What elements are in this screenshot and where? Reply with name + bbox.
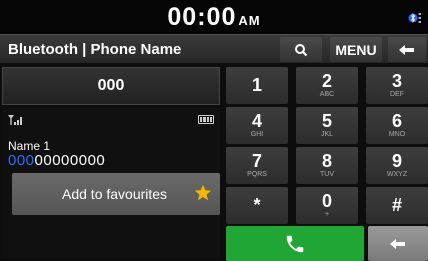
key-letters: WXYZ xyxy=(386,170,408,178)
key-digit: 2 xyxy=(321,70,332,91)
key-6[interactable]: 6 MNO xyxy=(366,107,428,144)
dialed-number-display: 000 xyxy=(2,67,220,105)
add-to-favourites-label: Add to favourites xyxy=(62,186,168,202)
clock-time: 00:00 xyxy=(167,3,237,31)
search-button[interactable] xyxy=(280,37,322,62)
back-button[interactable] xyxy=(388,37,426,62)
key-digit: 6 xyxy=(391,110,402,131)
key-digit: 1 xyxy=(251,74,262,95)
search-icon xyxy=(295,43,308,56)
contact-name: Name 1 xyxy=(8,139,51,153)
key-letters: PQRS xyxy=(247,170,267,178)
phone-icon xyxy=(286,235,304,252)
key-digit: 5 xyxy=(321,110,332,131)
key-digit: 0 xyxy=(321,190,332,211)
signal-icon xyxy=(8,115,22,125)
key-7[interactable]: 7 PQRS xyxy=(226,147,288,184)
contact-number-rest: 00000000 xyxy=(34,152,106,169)
key-letters: MNO xyxy=(388,130,406,138)
clock-ampm: AM xyxy=(238,13,261,28)
key-digit: 9 xyxy=(391,150,402,171)
key-8[interactable]: 8 TUV xyxy=(296,147,358,184)
key-digit: # xyxy=(391,194,402,215)
clock: 00:00 AM xyxy=(0,3,428,32)
key-letters: DEF xyxy=(390,90,404,98)
backspace-icon xyxy=(390,238,405,249)
key-digit: * xyxy=(253,194,261,215)
key-9[interactable]: 9 WXYZ xyxy=(366,147,428,184)
battery-icon xyxy=(198,115,214,124)
key-letters: TUV xyxy=(320,170,334,178)
key-4[interactable]: 4 GHI xyxy=(226,107,288,144)
page-title: Bluetooth | Phone Name xyxy=(8,41,182,58)
title-bar: Bluetooth | Phone Name MENU xyxy=(0,34,428,63)
key-letters: + xyxy=(324,210,330,218)
contact-number: 00000000000 xyxy=(8,152,105,169)
key-1[interactable]: 1 xyxy=(226,67,288,104)
key-hash[interactable]: # xyxy=(366,187,428,224)
backspace-button[interactable] xyxy=(368,226,428,261)
add-to-favourites-button[interactable]: Add to favourites xyxy=(12,173,220,215)
key-3[interactable]: 3 DEF xyxy=(366,67,428,104)
call-button[interactable] xyxy=(226,226,364,261)
dial-keypad: 1 2 ABC 3 DEF 4 GHI 5 JKL 6 MNO 7 PQRS 8 TUV 9W… xyxy=(226,67,428,261)
key-letters: GHI xyxy=(250,130,264,138)
star-icon xyxy=(194,184,212,201)
key-letters: ABC xyxy=(319,90,335,98)
key-star[interactable]: * xyxy=(226,187,288,224)
key-digit: 4 xyxy=(251,110,262,131)
key-2[interactable]: 2 ABC xyxy=(296,67,358,104)
phone-screen: 00:00AM Bluetooth | Phone Name MENU 000 xyxy=(0,0,428,261)
contact-number-match: 000 xyxy=(8,152,35,169)
key-digit: 7 xyxy=(251,150,262,171)
key-5[interactable]: 5 JKL xyxy=(296,107,358,144)
menu-button[interactable]: MENU xyxy=(330,37,382,62)
bluetooth-icon xyxy=(408,13,421,23)
key-digit: 8 xyxy=(321,150,332,171)
back-arrow-icon xyxy=(399,44,414,55)
status-bar: 00:00 AM xyxy=(0,0,428,34)
key-letters: JKL xyxy=(320,130,334,138)
key-digit: 3 xyxy=(391,70,402,91)
key-0[interactable]: 0 + xyxy=(296,187,358,224)
